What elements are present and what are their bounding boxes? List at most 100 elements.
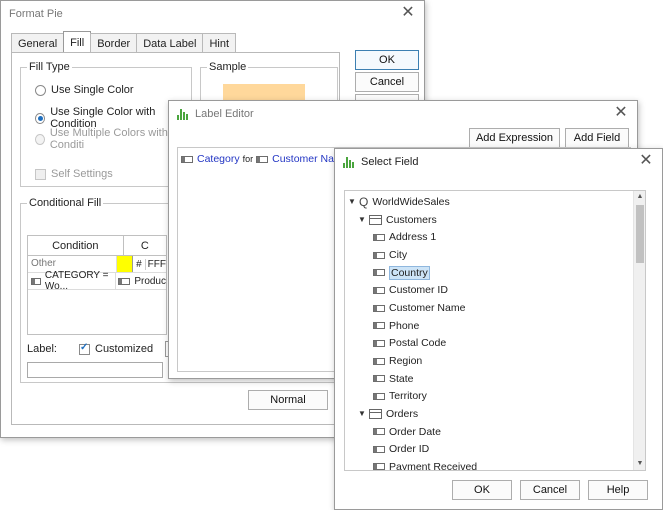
chevron-down-icon[interactable]: ▼: [357, 409, 367, 418]
tree-root[interactable]: ▼ Q WorldWideSales: [347, 193, 450, 211]
table-row[interactable]: CATEGORY = Wo... Produc: [28, 270, 166, 292]
value-text: Produc: [134, 275, 166, 287]
field-icon: [373, 269, 385, 277]
label-editor-titlebar: Label Editor ✕: [169, 101, 637, 127]
tree-scrollbar[interactable]: ▲ ▼: [633, 191, 645, 470]
close-icon[interactable]: ✕: [613, 105, 629, 121]
field-icon: [373, 357, 385, 365]
self-settings-label: Self Settings: [51, 168, 113, 180]
help-button[interactable]: Help: [588, 480, 648, 500]
tree-node-label: Customer ID: [389, 284, 448, 297]
table-icon: [369, 214, 382, 225]
column-header-condition: Condition: [28, 236, 124, 255]
category-token[interactable]: Category: [197, 153, 240, 165]
tree-node-label: Payment Received: [389, 460, 478, 471]
tab-hint[interactable]: Hint: [202, 33, 237, 53]
field-icon: [31, 277, 41, 285]
field-icon: [373, 322, 385, 330]
radio-button[interactable]: [35, 112, 46, 124]
cancel-button[interactable]: Cancel: [355, 72, 419, 92]
chart-app-icon: [177, 108, 189, 120]
checkbox: [35, 168, 46, 180]
table-icon: [369, 408, 382, 419]
tree-field-node[interactable]: Payment Received: [373, 458, 478, 471]
close-icon[interactable]: ✕: [638, 153, 654, 169]
tab-fill[interactable]: Fill: [63, 31, 92, 53]
tree-node-label: Territory: [389, 390, 427, 403]
select-field-title: Select Field: [361, 156, 419, 168]
column-header-color: C: [140, 240, 149, 252]
hex-value[interactable]: FFF: [146, 259, 166, 270]
tree-field-node[interactable]: Address 1: [373, 229, 436, 247]
radio-button[interactable]: [35, 84, 46, 96]
query-icon: Q: [359, 194, 369, 209]
table-header: Condition C: [28, 236, 166, 256]
tree-field-node[interactable]: State: [373, 370, 414, 388]
tab-border[interactable]: Border: [90, 33, 138, 53]
tree-table-node[interactable]: ▼ Customers: [357, 211, 437, 229]
radio-single-color-label: Use Single Color: [51, 84, 134, 96]
customized-checkbox[interactable]: [79, 342, 90, 355]
color-swatch[interactable]: [117, 256, 134, 272]
tree-node-label: Orders: [386, 407, 419, 420]
tree-field-node[interactable]: Order ID: [373, 440, 429, 458]
label-row: Label: Customized ✎: [27, 341, 182, 357]
tree-field-node[interactable]: Postal Code: [373, 335, 446, 353]
tree-field-node[interactable]: Phone: [373, 317, 419, 335]
tree-field-node[interactable]: City: [373, 246, 407, 264]
tree-node-label: Order ID: [389, 443, 430, 456]
add-expression-button[interactable]: Add Expression: [469, 128, 560, 148]
chevron-down-icon[interactable]: ▼: [357, 215, 367, 224]
ok-button[interactable]: OK: [355, 50, 419, 70]
scroll-thumb[interactable]: [636, 205, 644, 263]
ok-button[interactable]: OK: [452, 480, 512, 500]
scroll-up-icon[interactable]: ▲: [634, 191, 645, 203]
field-icon: [373, 463, 385, 470]
format-pie-title: Format Pie: [9, 8, 63, 20]
tree-field-node[interactable]: Territory: [373, 388, 427, 406]
field-icon: [181, 155, 193, 163]
for-text: for: [242, 154, 254, 164]
tab-data-label[interactable]: Data Label: [136, 33, 204, 53]
label-input[interactable]: [27, 362, 163, 378]
label-caption: Label:: [27, 343, 57, 355]
sample-legend: Sample: [207, 61, 249, 73]
radio-multiple-colors-label: Use Multiple Colors with Conditi: [49, 127, 168, 151]
self-settings-checkbox: Self Settings: [35, 168, 113, 180]
normal-button[interactable]: Normal: [248, 390, 328, 410]
radio-single-color[interactable]: Use Single Color: [35, 84, 134, 96]
field-tree[interactable]: ▼ Q WorldWideSales ▼ Customers Address 1 Ci…: [344, 190, 646, 471]
field-icon: [373, 251, 385, 259]
field-icon: [373, 233, 385, 241]
value-cell: Produc: [116, 276, 166, 287]
select-field-dialog: Select Field ✕ ▼ Q WorldWideSales ▼ Custo…: [334, 148, 663, 510]
tree-node-label: Postal Code: [389, 337, 447, 350]
field-icon: [373, 339, 385, 347]
tab-general[interactable]: General: [11, 33, 65, 53]
format-pie-titlebar: Format Pie ✕: [1, 1, 424, 27]
tree-node-label: State: [389, 372, 414, 385]
tree-node-label: City: [389, 249, 408, 262]
tree-field-node[interactable]: Order Date: [373, 423, 441, 441]
close-icon[interactable]: ✕: [400, 5, 416, 21]
tree-field-node[interactable]: Region: [373, 352, 422, 370]
field-icon: [373, 375, 385, 383]
field-icon: [373, 428, 385, 436]
tree-field-node[interactable]: Country: [373, 264, 430, 282]
hash-label: #: [133, 258, 146, 270]
chevron-down-icon[interactable]: ▼: [347, 197, 357, 206]
radio-multiple-colors: Use Multiple Colors with Conditi: [35, 127, 185, 151]
field-icon: [373, 445, 385, 453]
cancel-button[interactable]: Cancel: [520, 480, 580, 500]
scroll-down-icon[interactable]: ▼: [634, 458, 645, 470]
label-expression: Category for Customer Name in: [181, 153, 359, 165]
tree-root-label: WorldWideSales: [372, 195, 450, 208]
tree-node-label: Phone: [389, 319, 420, 332]
color-cell: # FFF: [117, 256, 166, 272]
tree-table-node[interactable]: ▼ Orders: [357, 405, 418, 423]
field-icon: [118, 277, 131, 285]
tree-field-node[interactable]: Customer ID: [373, 282, 448, 300]
add-field-button[interactable]: Add Field: [565, 128, 629, 148]
tree-node-label: Country: [389, 265, 430, 280]
tree-field-node[interactable]: Customer Name: [373, 299, 465, 317]
